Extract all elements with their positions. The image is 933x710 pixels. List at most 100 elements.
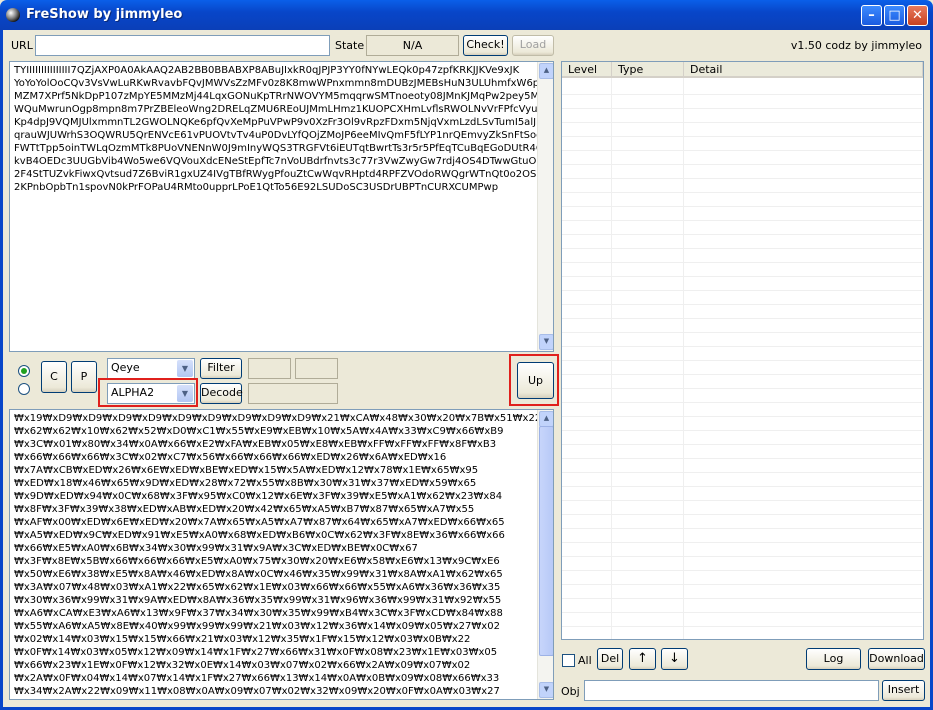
list-row [562, 304, 922, 319]
output-line: ₩x66₩x66₩x66₩x3C₩x02₩xC7₩x56₩x66₩x66₩x66… [14, 452, 447, 463]
filter-field-1 [248, 358, 291, 379]
move-up-button[interactable]: ↑ [629, 648, 656, 670]
output-line: ₩x3C₩x01₩x80₩x34₩x0A₩x66₩xE2₩xFA₩xEB₩x05… [14, 439, 497, 450]
output-line: ₩x2A₩x0F₩x04₩x14₩x07₩x14₩x1F₩x27₩x66₩x13… [14, 673, 500, 684]
column-level[interactable]: Level [562, 62, 612, 78]
list-row [562, 262, 922, 277]
list-row [562, 542, 922, 557]
decode-button[interactable]: Decode [200, 383, 243, 404]
maximize-button[interactable]: □ [884, 5, 905, 26]
list-row [562, 318, 922, 333]
check-button[interactable]: Check! [463, 35, 508, 56]
list-row [562, 500, 922, 515]
list-row [562, 556, 922, 571]
list-row [562, 416, 922, 431]
input-textarea[interactable]: TYIIIIIIIIIIIIIII7QZjAXP0A0AkAAQ2AB2BB0B… [9, 61, 554, 352]
output-line: ₩x0F₩x14₩x03₩x05₩x12₩x09₩x14₩x1F₩x27₩x66… [14, 647, 498, 658]
input-line: kvB4OEDc3UUGbVib4Wo5we6VQVouXdcENeStEpfT… [14, 156, 552, 167]
input-line: WQuMwrunOgp8mpn8m7PrZBEleoWng2DRELqZMU6R… [14, 104, 554, 115]
list-row [562, 374, 922, 389]
input-scrollbar[interactable]: ▲ ▼ [537, 62, 553, 351]
output-line: ₩x3F₩x8E₩x5B₩x66₩x66₩x66₩xE5₩xA0₩x75₩x30… [14, 556, 500, 567]
list-row [562, 514, 922, 529]
del-button[interactable]: Del [597, 648, 623, 670]
log-list[interactable]: Level Type Detail [561, 61, 924, 640]
list-row [562, 598, 922, 613]
output-line: ₩x66₩xE5₩xA0₩x6B₩x34₩x30₩x99₩x31₩x9A₩x3C… [14, 543, 418, 554]
state-value: N/A [366, 35, 459, 56]
output-textarea[interactable]: ₩x19₩xD9₩xD9₩xD9₩xD9₩xD9₩xD9₩xD9₩xD9₩xD9… [9, 409, 554, 700]
method-combo-value: Qeye [111, 361, 140, 374]
output-line: ₩x50₩xE6₩x38₩xE5₩x8A₩x46₩xED₩x8A₩x0C₩x46… [14, 569, 503, 580]
method-combo[interactable]: Qeye ▼ [107, 358, 195, 379]
output-line: ₩x62₩x62₩x10₩x62₩x52₩xD0₩xC1₩x55₩xE9₩xEB… [14, 426, 504, 437]
obj-label: Obj [561, 685, 580, 698]
output-line: ₩x02₩x14₩x03₩x15₩x15₩x66₩x21₩x03₩x12₩x35… [14, 634, 471, 645]
input-line: 2KPnbOpbTn1spovN0kPrFOPaU4RMto0upprLPoE1… [14, 182, 499, 193]
move-down-button[interactable]: ↓ [661, 648, 688, 670]
radio-option-1[interactable] [18, 365, 30, 377]
list-row [562, 430, 922, 445]
list-row [562, 192, 922, 207]
scroll-thumb[interactable] [539, 426, 553, 656]
output-scrollbar[interactable]: ▲ ▼ [537, 410, 553, 699]
chevron-down-icon[interactable]: ▼ [177, 360, 193, 377]
decode-field [248, 383, 338, 404]
output-line: ₩x8F₩x3F₩x39₩x38₩xED₩xAB₩xED₩x20₩x42₩x65… [14, 504, 475, 515]
output-line: ₩xAF₩x00₩xED₩x6E₩xED₩x20₩x7A₩x65₩xA5₩xA7… [14, 517, 505, 528]
c-button[interactable]: C [41, 361, 67, 393]
all-checkbox[interactable] [562, 654, 575, 667]
minimize-button[interactable]: – [861, 5, 882, 26]
list-row [562, 402, 922, 417]
scroll-up-icon[interactable]: ▲ [539, 63, 553, 79]
list-row [562, 206, 922, 221]
list-row [562, 360, 922, 375]
list-row [562, 150, 922, 165]
p-button[interactable]: P [71, 361, 97, 393]
obj-input[interactable] [584, 680, 879, 701]
output-line: ₩x7A₩xCB₩xED₩x26₩x6E₩xED₩xBE₩xED₩x15₩x5A… [14, 465, 479, 476]
minimize-icon: – [868, 8, 875, 23]
list-row [562, 122, 922, 137]
load-button[interactable]: Load [512, 35, 554, 56]
radio-option-2[interactable] [18, 383, 30, 395]
url-input[interactable] [35, 35, 330, 56]
log-button[interactable]: Log [806, 648, 861, 670]
output-line: ₩xED₩x18₩x46₩x65₩x9D₩xED₩x28₩x72₩x55₩x8B… [14, 478, 477, 489]
close-icon: ✕ [912, 8, 923, 23]
output-line: ₩xA5₩xED₩x9C₩xED₩x91₩xE5₩xA0₩x68₩xED₩xB6… [14, 530, 505, 541]
scroll-up-icon[interactable]: ▲ [539, 411, 553, 427]
highlight-box-up [509, 354, 559, 406]
output-line: ₩x66₩x23₩x1E₩x0F₩x12₩x32₩x0E₩x14₩x03₩x07… [14, 660, 471, 671]
input-line: YoYoYolOoCQv3VsVwLuRKwRvavbFQvJMWVsZzMFv… [14, 78, 554, 89]
close-button[interactable]: ✕ [907, 5, 928, 26]
insert-button[interactable]: Insert [882, 680, 925, 701]
filter-button[interactable]: Filter [200, 358, 242, 379]
list-row [562, 80, 922, 95]
input-line: FWTtTpp5oinTWLqOzmMTk8PUoVNENnW0J9mInyWQ… [14, 143, 547, 154]
output-line: ₩x55₩xA6₩xA5₩x8E₩x40₩x99₩x99₩x99₩x21₩x03… [14, 621, 500, 632]
output-line: ₩x9D₩xED₩x94₩x0C₩x68₩x3F₩x95₩xC0₩x12₩x6E… [14, 491, 503, 502]
download-button[interactable]: Download [868, 648, 925, 670]
scroll-down-icon[interactable]: ▼ [539, 682, 553, 698]
maximize-icon: □ [888, 8, 901, 23]
list-row [562, 164, 922, 179]
list-row [562, 136, 922, 151]
list-row [562, 584, 922, 599]
version-label: v1.50 codz by jimmyleo [790, 39, 922, 52]
input-line: Kp4dpJ9VQMJUlxmmnTL2GWOLNQKe6pfQvXeMpPuV… [14, 117, 552, 128]
column-type[interactable]: Type [612, 62, 684, 78]
arrow-up-icon: ↑ [637, 651, 648, 666]
output-line: ₩x19₩xD9₩xD9₩xD9₩xD9₩xD9₩xD9₩xD9₩xD9₩xD9… [14, 413, 542, 424]
list-row [562, 472, 922, 487]
column-detail[interactable]: Detail [684, 62, 923, 78]
all-label: All [578, 654, 592, 667]
list-row [562, 220, 922, 235]
list-row [562, 108, 922, 123]
list-row [562, 458, 922, 473]
list-row [562, 612, 922, 627]
scroll-down-icon[interactable]: ▼ [539, 334, 553, 350]
list-row [562, 528, 922, 543]
list-row [562, 332, 922, 347]
app-icon [6, 8, 20, 22]
